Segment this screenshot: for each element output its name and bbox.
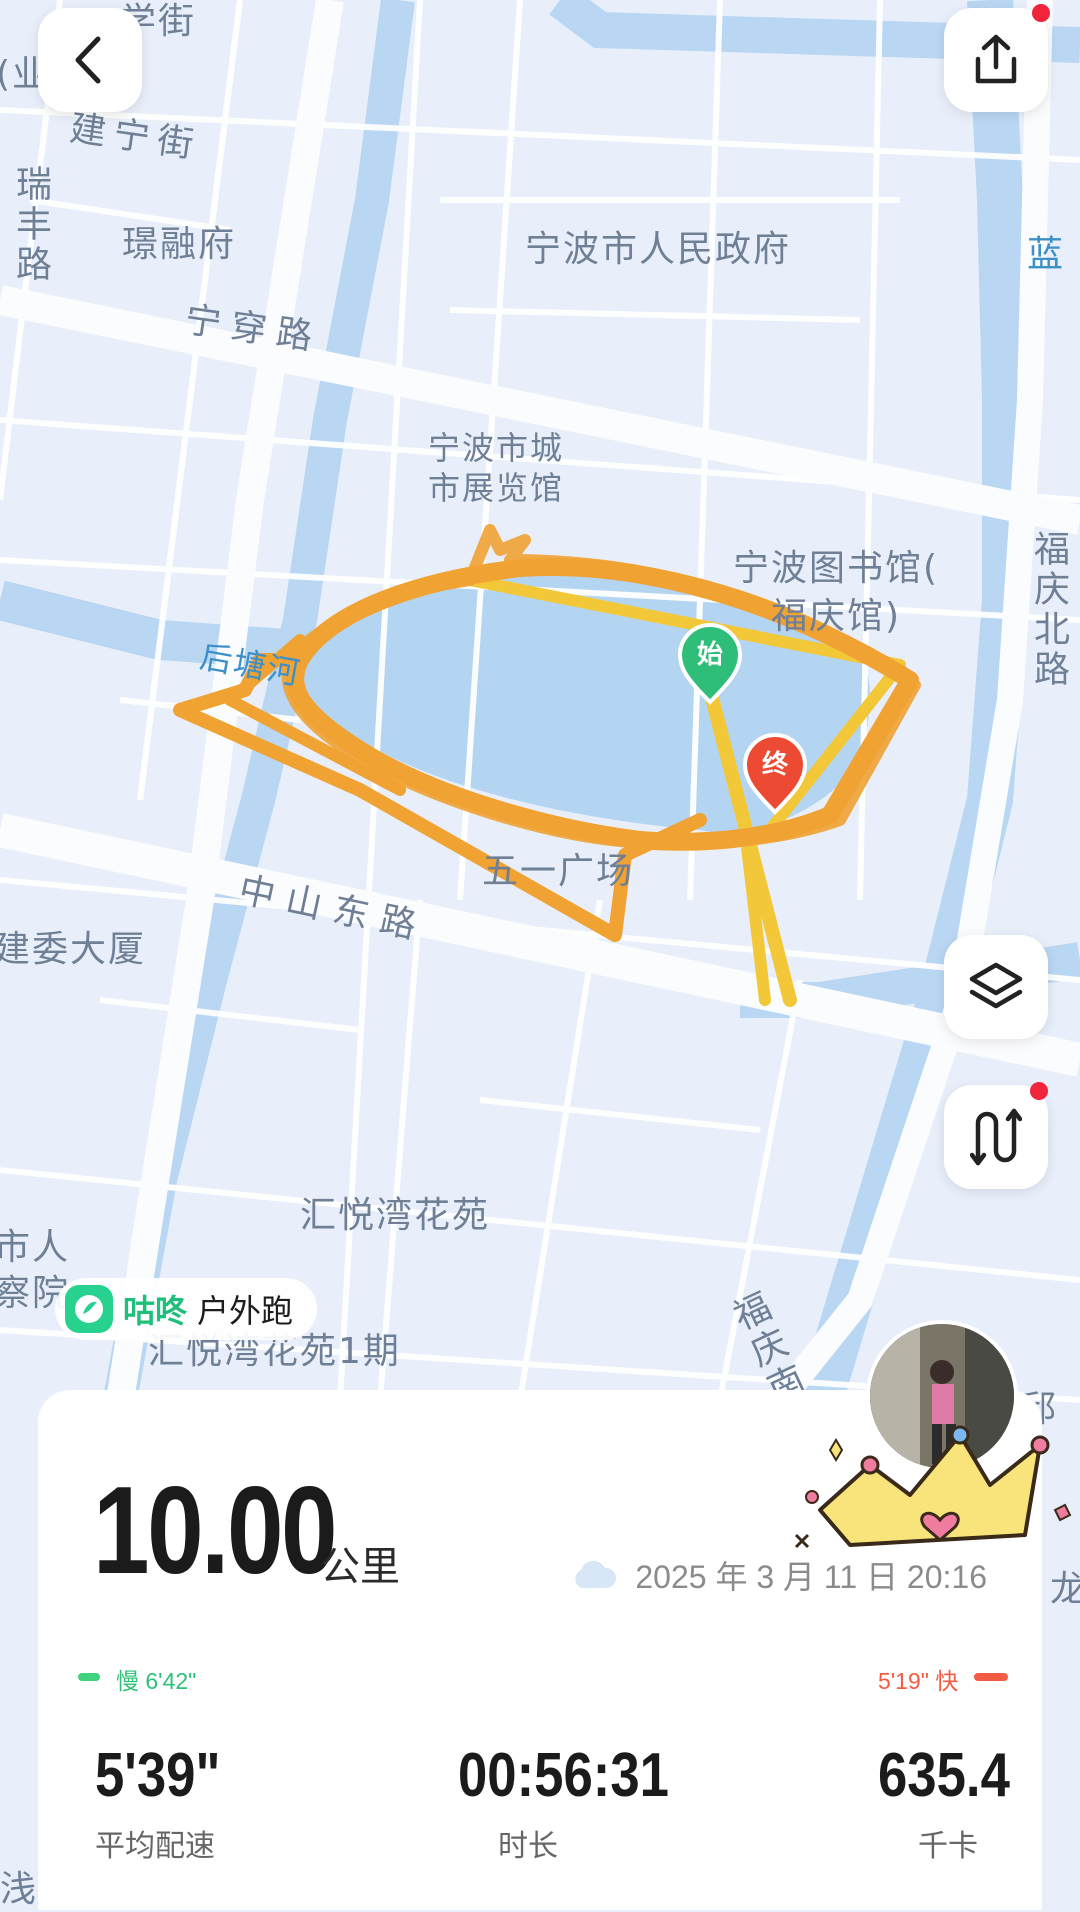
- avg-pace-value: 5'39": [95, 1741, 221, 1810]
- duration-value: 00:56:31: [458, 1741, 669, 1810]
- map-label-huiyue: 汇悦湾花苑: [300, 1195, 491, 1236]
- stat-avg-pace: 5'39" 平均配速: [95, 1740, 243, 1865]
- stat-duration: 00:56:31 时长: [458, 1740, 706, 1865]
- map-label-exhibit: 宁波市城 市展览馆: [428, 429, 565, 507]
- share-button[interactable]: [944, 8, 1048, 112]
- chevron-left-icon: [75, 36, 101, 84]
- calories-value: 635.4: [878, 1741, 1010, 1810]
- stat-calories: 635.4 千卡: [878, 1740, 1033, 1865]
- map-label-wuyi: 五一广场: [482, 851, 635, 892]
- layers-button[interactable]: [944, 935, 1048, 1039]
- map-label-gov: 宁波市人民政府: [525, 229, 792, 270]
- map-label-ruifeng: 瑞丰路: [10, 165, 51, 285]
- map-label-jianwei: 建委大厦: [0, 929, 147, 970]
- share-notification-dot: [1032, 4, 1050, 22]
- map-label-jingrongfu: 璟融府: [122, 224, 237, 265]
- end-marker-label: 终: [761, 750, 788, 780]
- pace-slow-label: 慢 6'42": [116, 1668, 197, 1694]
- distance-unit: 公里: [320, 1545, 400, 1589]
- layers-icon: [969, 962, 1023, 1009]
- calories-label: 千卡: [918, 1829, 978, 1864]
- activity-type-label: 户外跑: [197, 1292, 294, 1330]
- cloud-icon: [575, 1560, 617, 1588]
- distance-value: 10.00: [93, 1462, 338, 1600]
- map-label-library: 宁波图书馆( 福庆馆): [733, 548, 940, 637]
- pace-legend: 慢 6'42" 5'19" 快: [78, 1662, 1008, 1694]
- route-replay-button[interactable]: [944, 1085, 1048, 1189]
- avg-pace-label: 平均配速: [95, 1829, 215, 1864]
- pace-legend-graphic: [78, 1673, 1008, 1681]
- map-label-lan: 蓝: [1027, 234, 1066, 275]
- crown-sticker-icon: [794, 1425, 1072, 1549]
- start-marker-label: 始: [696, 640, 723, 670]
- app-brand-label: 咕咚: [123, 1293, 188, 1329]
- map-label-fuqing-north: 福庆北路: [1028, 530, 1069, 690]
- duration-label: 时长: [498, 1829, 558, 1864]
- route-notification-dot: [1030, 1082, 1048, 1100]
- map-label-long: 龙: [1050, 1569, 1080, 1610]
- back-button[interactable]: [38, 8, 142, 112]
- route-replay-icon: [970, 1108, 1022, 1166]
- pace-fast-label: 5'19" 快: [878, 1668, 959, 1694]
- map-label-qian: 浅: [0, 1869, 39, 1910]
- codoon-logo-icon: [65, 1285, 113, 1333]
- share-icon: [975, 34, 1017, 84]
- activity-tag: 咕咚 户外跑: [55, 1278, 318, 1340]
